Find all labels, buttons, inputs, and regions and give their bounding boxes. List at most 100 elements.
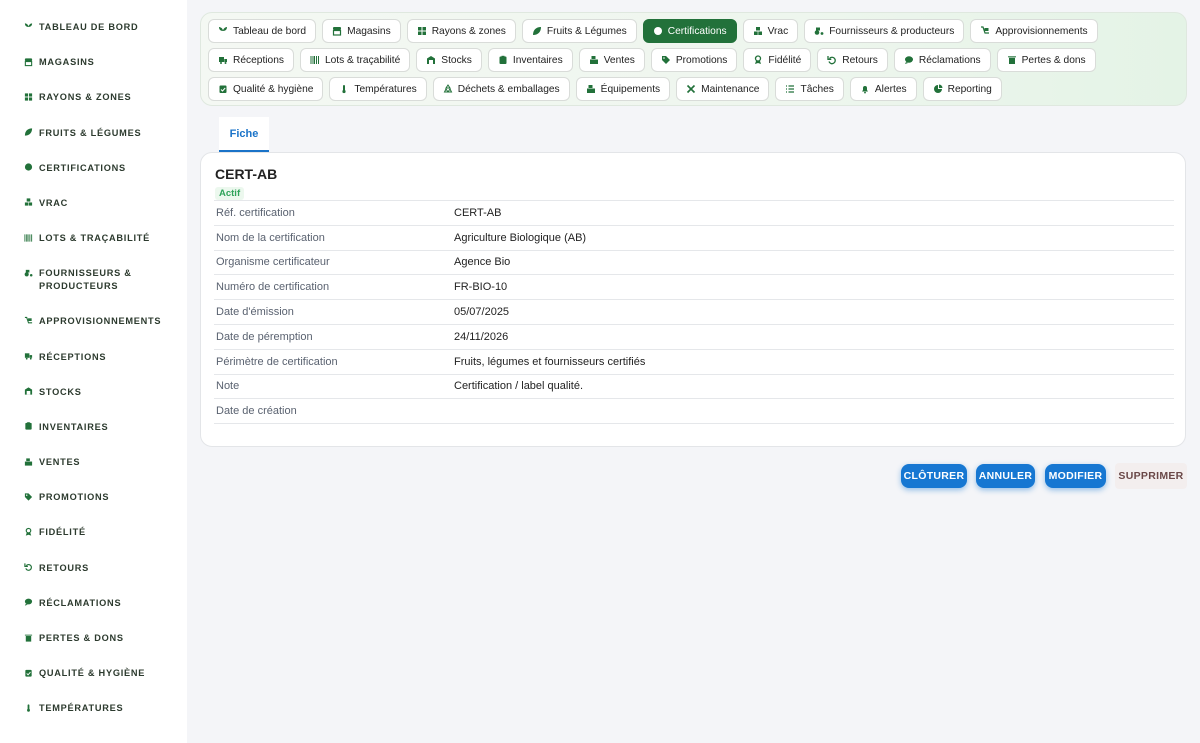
tools-icon xyxy=(686,84,696,94)
field-row: Date d'émission 05/07/2025 xyxy=(214,300,1174,325)
grid-icon xyxy=(417,26,427,36)
nav-chip[interactable]: Approvisionnements xyxy=(970,19,1098,43)
sidebar-item[interactable]: LOTS & TRAÇABILITÉ xyxy=(0,232,187,267)
sidebar-item-label: INVENTAIRES xyxy=(39,421,109,432)
sidebar-item[interactable]: TEMPÉRATURES xyxy=(0,702,187,737)
sidebar-item-label: CERTIFICATIONS xyxy=(39,162,126,173)
nav-chip[interactable]: Maintenance xyxy=(676,77,770,101)
sidebar-item[interactable]: FOURNISSEURS & PRODUCTEURS xyxy=(0,267,187,315)
close-button[interactable]: CLÔTURER xyxy=(901,464,967,488)
sidebar-item[interactable]: TABLEAU DE BORD xyxy=(0,21,187,56)
warehouse-icon xyxy=(24,387,33,396)
field-label: Date de création xyxy=(216,405,297,418)
edit-button[interactable]: MODIFIER xyxy=(1045,464,1106,488)
nav-chip-label: Pertes & dons xyxy=(1021,54,1086,66)
nav-chip[interactable]: Certifications xyxy=(642,19,737,43)
cancel-button[interactable]: ANNULER xyxy=(976,464,1035,488)
sidebar-item[interactable]: APPROVISIONNEMENTS xyxy=(0,315,187,350)
nav-chip[interactable]: Inventaires xyxy=(487,48,573,72)
nav-chip[interactable]: Déchets & emballages xyxy=(432,77,570,101)
nav-chip[interactable]: Fidélité xyxy=(743,48,812,72)
sidebar-item[interactable]: CERTIFICATIONS xyxy=(0,162,187,197)
award-icon xyxy=(24,527,33,536)
field-label: Nom de la certification xyxy=(216,231,325,244)
sidebar-item-label: PERTES & DONS xyxy=(39,633,124,643)
nav-chip[interactable]: Pertes & dons xyxy=(996,48,1096,72)
nav-chip[interactable]: Promotions xyxy=(650,48,738,72)
sidebar-item-label: PROMOTIONS xyxy=(39,492,110,503)
sidebar-item[interactable]: MAGASINS xyxy=(0,56,187,91)
nav-chip[interactable]: Vrac xyxy=(742,19,799,43)
nav-chip[interactable]: Fournisseurs & producteurs xyxy=(804,19,965,43)
record-title: CERT-AB xyxy=(215,166,278,182)
sidebar-item[interactable]: RÉCLAMATIONS xyxy=(0,597,187,632)
field-label: Réf. certification xyxy=(216,206,295,219)
cash-register-icon xyxy=(24,457,33,466)
nav-chip[interactable]: Retours xyxy=(817,48,888,72)
sidebar-item[interactable]: PERTES & DONS xyxy=(0,632,187,667)
sidebar-item[interactable]: VRAC xyxy=(0,197,187,232)
field-row: Réf. certification CERT-AB xyxy=(214,201,1174,226)
sidebar-item-label: TABLEAU DE BORD xyxy=(39,22,139,32)
nav-chip-label: Approvisionnements xyxy=(995,25,1088,37)
nav-chip[interactable]: Reporting xyxy=(922,77,1002,101)
nav-chip[interactable]: Magasins xyxy=(322,19,401,43)
nav-chip[interactable]: Tâches xyxy=(775,77,844,101)
pie-chart-icon xyxy=(933,84,943,94)
nav-chip-label: Fournisseurs & producteurs xyxy=(829,25,955,37)
sidebar-item[interactable]: VENTES xyxy=(0,456,187,491)
field-label: Date d'émission xyxy=(216,306,294,319)
sidebar-item[interactable]: FIDÉLITÉ xyxy=(0,526,187,561)
nav-chip-label: Fruits & Légumes xyxy=(546,25,627,37)
nav-chip[interactable]: Ventes xyxy=(578,48,645,72)
warehouse-icon xyxy=(426,55,436,65)
nav-chip-label: Tâches xyxy=(800,83,834,95)
sidebar-item[interactable]: PROMOTIONS xyxy=(0,491,187,526)
sidebar-item-label: QUALITÉ & HYGIÈNE xyxy=(39,668,146,679)
nav-chip-label: Températures xyxy=(354,83,417,95)
field-row: Date de péremption 24/11/2026 xyxy=(214,325,1174,350)
sidebar-item[interactable]: RETOURS xyxy=(0,562,187,597)
nav-chip[interactable]: Stocks xyxy=(416,48,482,72)
nav-chip[interactable]: Réceptions xyxy=(208,48,294,72)
tab-fiche[interactable]: Fiche xyxy=(219,117,269,152)
comment-icon xyxy=(24,598,33,607)
nav-chip-label: Vrac xyxy=(767,25,789,37)
nav-chip-label: Magasins xyxy=(347,25,391,37)
sidebar-item[interactable]: RAYONS & ZONES xyxy=(0,91,187,126)
sidebar-item[interactable]: INVENTAIRES xyxy=(0,421,187,456)
nav-chip[interactable]: Qualité & hygiène xyxy=(208,77,324,101)
tag-icon xyxy=(24,492,33,501)
sidebar-item[interactable]: RÉCEPTIONS xyxy=(0,351,187,386)
trash-icon xyxy=(24,633,33,642)
nav-chip[interactable]: Fruits & Légumes xyxy=(521,19,637,43)
leaf-icon xyxy=(24,128,33,137)
tag-icon xyxy=(661,55,671,65)
field-value: Agence Bio xyxy=(454,256,511,269)
nav-chip[interactable]: Équipements xyxy=(575,77,671,101)
grid-icon xyxy=(24,92,33,101)
sidebar-item[interactable]: FRUITS & LÉGUMES xyxy=(0,127,187,162)
sidebar-item-label: FRUITS & LÉGUMES xyxy=(39,127,142,138)
record-fields: Réf. certification CERT-AB Nom de la certi… xyxy=(214,200,1174,425)
store-icon xyxy=(24,57,33,66)
undo-icon xyxy=(827,55,837,65)
field-value: 05/07/2025 xyxy=(454,306,510,319)
sidebar-item[interactable]: QUALITÉ & HYGIÈNE xyxy=(0,667,187,702)
record-card: CERT-AB Actif Réf. certification CERT-AB N… xyxy=(200,152,1186,447)
dolly-icon xyxy=(24,316,33,325)
nav-chip[interactable]: Réclamations xyxy=(893,48,991,72)
nav-chip[interactable]: Tableau de bord xyxy=(208,19,317,43)
delete-button[interactable]: SUPPRIMER xyxy=(1115,463,1187,489)
sidebar-menu: TABLEAU DE BORD MAGASINS RAYONS & ZONES FRU… xyxy=(0,0,187,738)
comment-icon xyxy=(904,55,914,65)
cash-register-icon xyxy=(586,84,596,94)
nav-chip[interactable]: Températures xyxy=(329,77,427,101)
field-label: Numéro de certification xyxy=(216,281,330,294)
nav-chip[interactable]: Lots & traçabilité xyxy=(299,48,411,72)
nav-chip[interactable]: Alertes xyxy=(849,77,917,101)
sidebar-item[interactable]: STOCKS xyxy=(0,386,187,421)
nav-chip[interactable]: Rayons & zones xyxy=(406,19,516,43)
nav-chip-label: Maintenance xyxy=(701,83,760,95)
field-label: Date de péremption xyxy=(216,330,313,343)
